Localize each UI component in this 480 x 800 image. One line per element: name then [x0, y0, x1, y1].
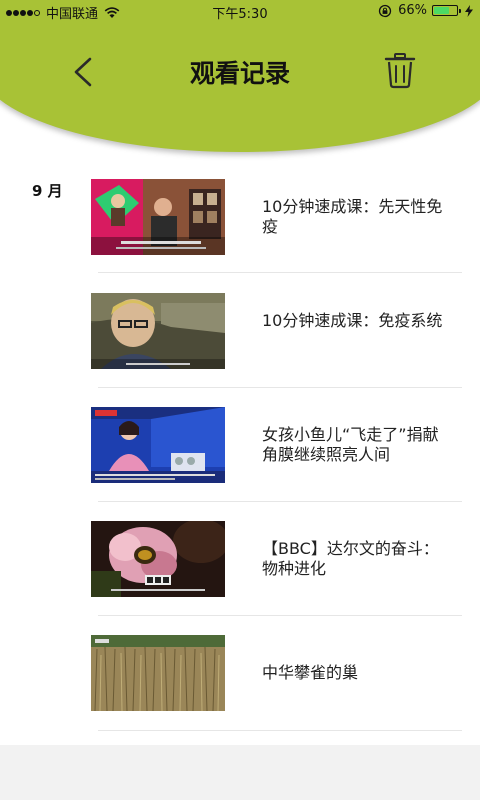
divider — [98, 615, 462, 616]
divider — [98, 272, 462, 273]
battery-icon — [432, 5, 461, 16]
divider — [98, 730, 462, 731]
screen: 9 月 10分钟速成课：先天性免疫 10分钟速成课：免疫系统 女孩小鱼儿“飞走了… — [0, 0, 480, 800]
bottom-area — [0, 745, 480, 800]
trash-icon — [384, 53, 416, 89]
history-item[interactable]: 10分钟速成课：先天性免疫 — [0, 179, 480, 293]
video-title: 中华攀雀的巢 — [262, 663, 359, 682]
video-thumbnail — [91, 407, 225, 483]
video-title: 【BBC】达尔文的奋斗：物种进化 — [262, 539, 439, 578]
video-title: 10分钟速成课：先天性免疫 — [262, 197, 443, 236]
history-item[interactable]: 【BBC】达尔文的奋斗：物种进化 — [0, 521, 480, 635]
video-thumbnail — [91, 179, 225, 255]
battery-percent: 66% — [398, 3, 427, 18]
history-item[interactable]: 10分钟速成课：免疫系统 — [0, 293, 480, 407]
status-right: 66% — [378, 3, 474, 18]
history-item[interactable]: 中华攀雀的巢 — [0, 635, 480, 749]
rotation-lock-icon — [378, 4, 392, 17]
video-thumbnail — [91, 293, 225, 369]
video-thumbnail — [91, 635, 225, 711]
divider — [98, 501, 462, 502]
header: 观看记录 — [0, 24, 480, 120]
history-item[interactable]: 女孩小鱼儿“飞走了”捐献角膜继续照亮人间 — [0, 407, 480, 521]
video-title: 10分钟速成课：免疫系统 — [262, 311, 443, 330]
divider — [98, 387, 462, 388]
video-thumbnail — [91, 521, 225, 597]
video-title: 女孩小鱼儿“飞走了”捐献角膜继续照亮人间 — [262, 425, 439, 464]
charging-icon — [465, 4, 473, 17]
delete-button[interactable] — [382, 51, 418, 89]
status-bar: 中国联通 下午5:30 66% — [0, 0, 480, 24]
